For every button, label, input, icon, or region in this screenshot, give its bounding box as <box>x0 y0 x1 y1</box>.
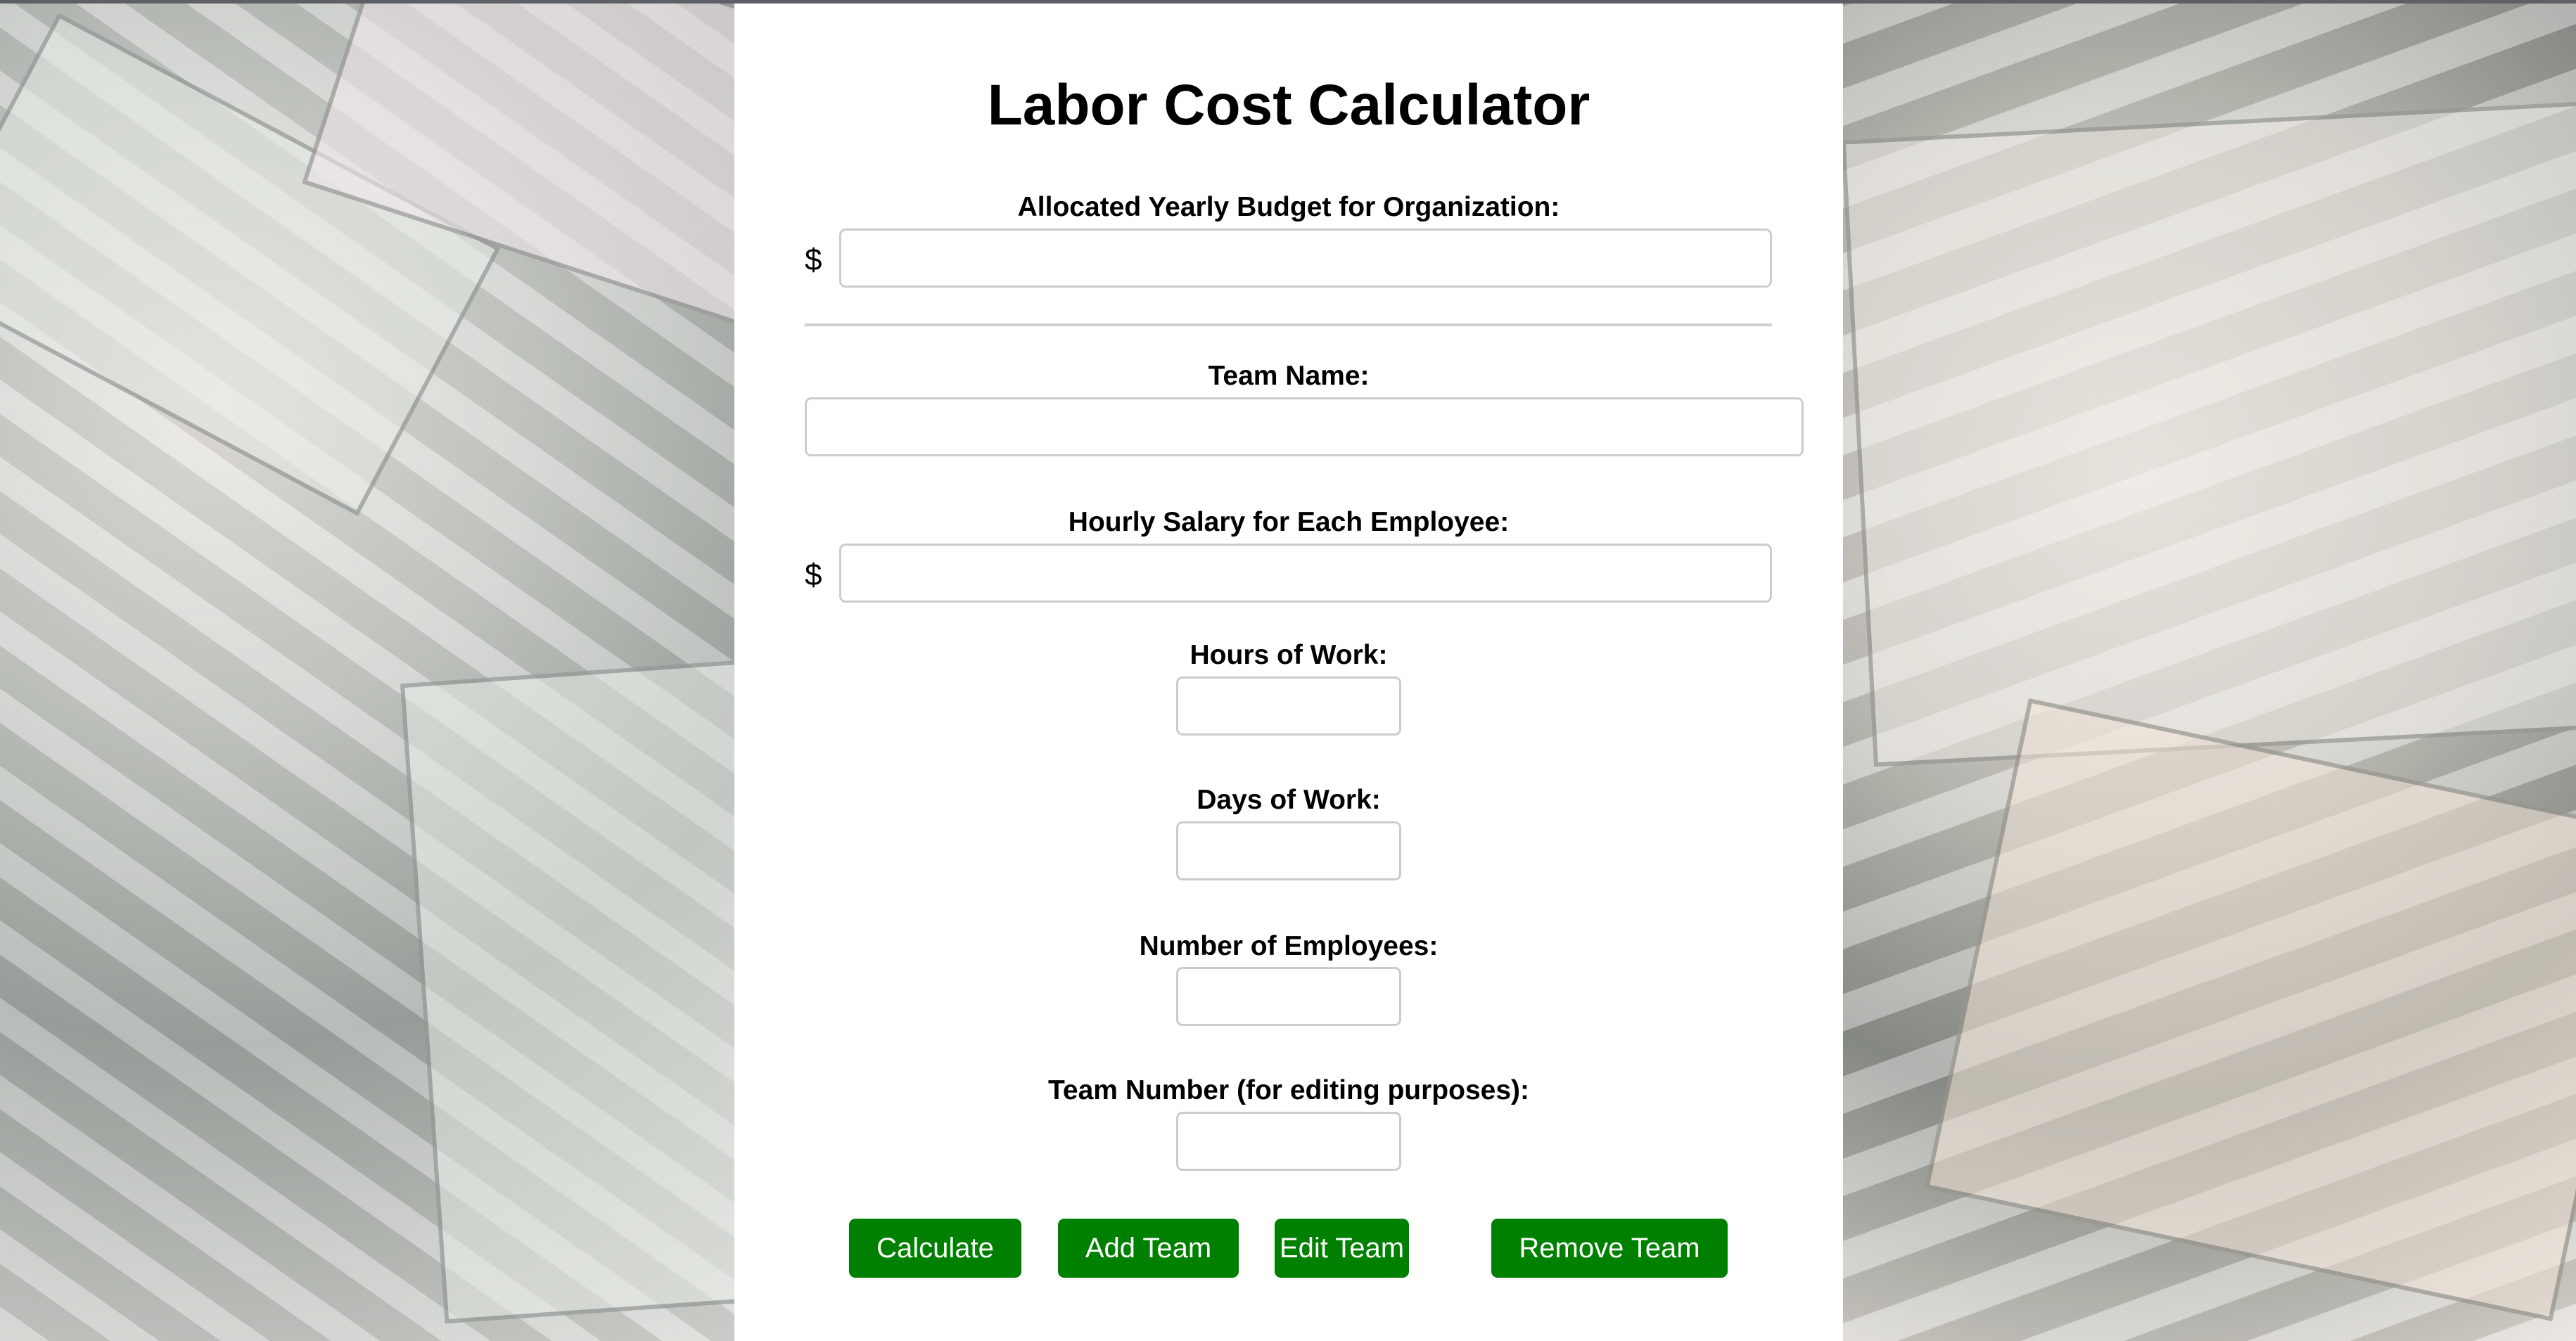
money-background-right <box>1843 0 2576 1341</box>
team-name-label: Team Name: <box>1208 361 1370 391</box>
divider <box>805 323 1772 326</box>
employees-label: Number of Employees: <box>1139 931 1439 961</box>
banknote-image <box>400 653 734 1324</box>
calculate-button[interactable]: Calculate <box>849 1219 1021 1278</box>
browser-top-edge <box>0 0 2576 4</box>
calculator-panel: Labor Cost Calculator Allocated Yearly B… <box>734 4 1843 1341</box>
team-number-input[interactable] <box>1176 1112 1401 1171</box>
budget-currency-symbol: $ <box>805 243 822 277</box>
hourly-salary-label: Hourly Salary for Each Employee: <box>1068 507 1510 537</box>
remove-team-button[interactable]: Remove Team <box>1491 1219 1728 1278</box>
page-title: Labor Cost Calculator <box>987 73 1590 137</box>
days-input[interactable] <box>1176 821 1401 880</box>
budget-label: Allocated Yearly Budget for Organization… <box>1017 192 1560 222</box>
days-label: Days of Work: <box>1197 785 1381 815</box>
edit-team-button[interactable]: Edit Team <box>1275 1219 1409 1278</box>
team-number-label: Team Number (for editing purposes): <box>1048 1075 1529 1105</box>
employees-input[interactable] <box>1176 967 1401 1026</box>
banknote-image <box>1924 698 2576 1322</box>
team-name-input[interactable] <box>805 397 1804 456</box>
hours-input[interactable] <box>1176 676 1401 736</box>
money-background-left <box>0 0 734 1341</box>
add-team-button[interactable]: Add Team <box>1058 1219 1239 1278</box>
hourly-salary-input[interactable] <box>839 544 1772 603</box>
banknote-image <box>1843 99 2576 767</box>
hours-label: Hours of Work: <box>1190 640 1388 670</box>
budget-input[interactable] <box>839 229 1772 288</box>
hourly-salary-currency-symbol: $ <box>805 558 822 592</box>
